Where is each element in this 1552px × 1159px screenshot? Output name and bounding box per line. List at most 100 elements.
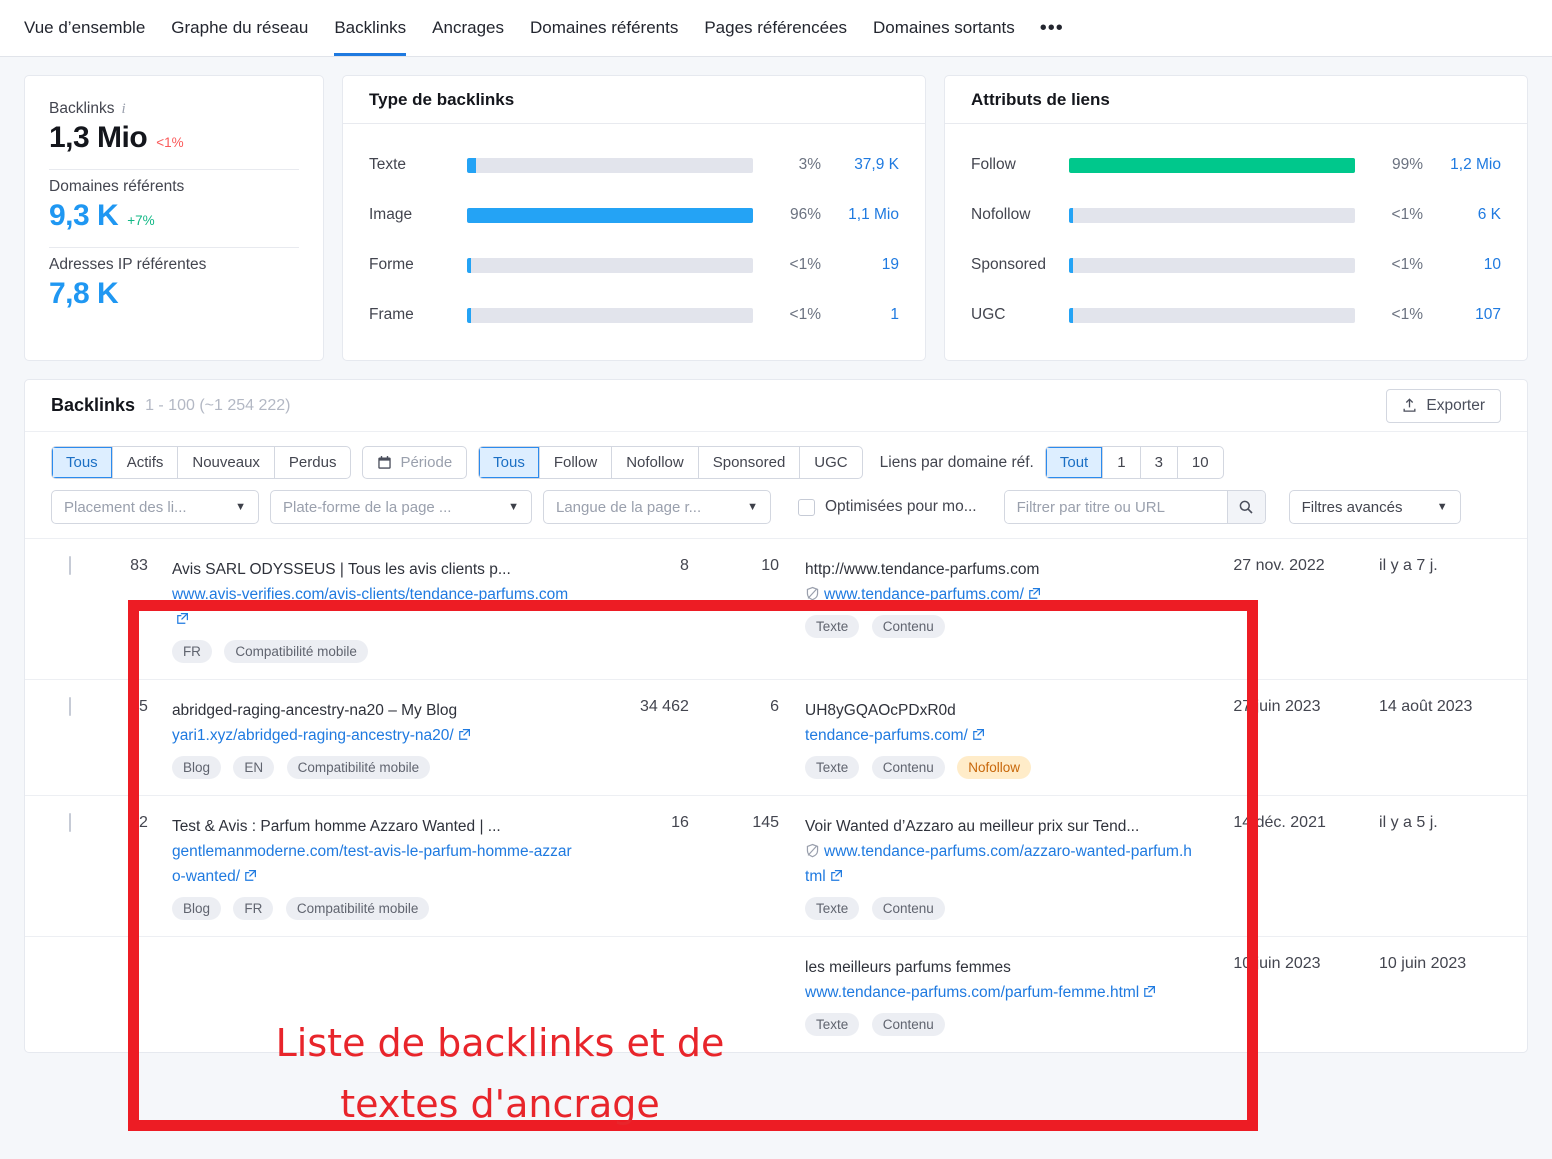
row-last-seen-cell: il y a 7 j. [1363,539,1527,680]
row-checkbox[interactable] [69,697,71,716]
search-icon [1238,499,1254,515]
attr-option-nofollow[interactable]: Nofollow [612,447,699,478]
attr-option-tous[interactable]: Tous [479,447,540,478]
status-option-actifs[interactable]: Actifs [113,447,179,478]
table-row[interactable]: 83 Avis SARL ODYSSEUS | Tous les avis cl… [25,539,1527,680]
page-language-dropdown[interactable]: Langue de la page r... ▼ [543,490,771,524]
bar-fill-nofollow [1069,208,1073,223]
chevron-down-icon: ▼ [235,501,246,513]
kpi-backlinks: Backlinks i 1,3 Mio <1% [49,92,299,170]
search-input[interactable] [1005,491,1227,523]
bar-track-texte [467,158,753,173]
attr-option-ugc[interactable]: UGC [800,447,861,478]
source-page-title: Test & Avis : Parfum homme Azzaro Wanted… [172,814,575,839]
bar-count-nofollow[interactable]: 6 K [1423,206,1501,224]
row-source-cell: abridged-raging-ancestry-na20 – My Blog … [148,680,591,796]
target-url[interactable]: www.tendance-parfums.com/azzaro-wanted-p… [805,839,1195,889]
tag: Contenu [872,897,945,920]
mobile-optimized-checkbox[interactable]: Optimisées pour mo... [798,498,977,516]
kpi-card: Backlinks i 1,3 Mio <1% Domaines référen… [24,75,324,361]
target-url[interactable]: www.tendance-parfums.com/ [805,582,1195,607]
anchor-text: Voir Wanted d’Azzaro au meilleur prix su… [805,814,1195,839]
bar-count-follow[interactable]: 1,2 Mio [1423,156,1501,174]
anchor-tags: Texte Contenu [805,897,1195,920]
kpi-domaines-label: Domaines référents [49,178,184,196]
tab-backlinks[interactable]: Backlinks [321,0,419,56]
bar-count-forme[interactable]: 19 [821,256,899,274]
anchor-tags: Texte Contenu [805,615,1195,638]
row-anchor-cell: les meilleurs parfums femmes www.tendanc… [779,937,1209,1053]
link-placement-dropdown[interactable]: Placement des li... ▼ [51,490,259,524]
bar-count-texte[interactable]: 37,9 K [821,156,899,174]
info-icon[interactable]: i [121,101,125,118]
table-row[interactable]: 65 abridged-raging-ancestry-na20 – My Bl… [25,680,1527,796]
table-row[interactable]: les meilleurs parfums femmes www.tendanc… [25,937,1527,1053]
external-links-count: 34 462 [640,698,689,715]
target-url-text: www.tendance-parfums.com/azzaro-wanted-p… [805,843,1192,885]
row-external-links-cell: 34 462 [591,680,689,796]
row-checkbox[interactable] [69,813,71,832]
last-seen-date: 10 juin 2023 [1379,955,1466,972]
export-button[interactable]: Exporter [1386,389,1501,423]
lpd-option-1[interactable]: 1 [1103,447,1140,478]
row-internal-links-cell: 145 [689,796,779,937]
kpi-backlinks-value-row: 1,3 Mio <1% [49,121,299,155]
bar-label-sponsored: Sponsored [971,256,1069,274]
target-url[interactable]: tendance-parfums.com/ [805,723,1195,748]
page-platform-dropdown[interactable]: Plate-forme de la page ... ▼ [270,490,532,524]
lpd-option-tout[interactable]: Tout [1046,447,1103,478]
anchor-text: les meilleurs parfums femmes [805,955,1195,980]
attr-option-sponsored[interactable]: Sponsored [699,447,801,478]
tab-domaines-referents[interactable]: Domaines référents [517,0,691,56]
row-checkbox[interactable] [69,556,71,575]
bar-pct-ugc: <1% [1355,306,1423,324]
kpi-backlinks-delta: <1% [156,135,183,150]
target-url-text: www.tendance-parfums.com/parfum-femme.ht… [805,984,1139,1001]
link-placement-dropdown-label: Placement des li... [64,499,187,516]
tab-pages-referencees[interactable]: Pages référencées [691,0,860,56]
row-anchor-cell: http://www.tendance-parfums.com www.tend… [779,539,1209,680]
source-page-url[interactable]: www.avis-verifies.com/avis-clients/tenda… [172,582,575,632]
kpi-backlinks-label: Backlinks [49,100,114,118]
last-seen-date: il y a 7 j. [1379,557,1438,574]
search-button[interactable] [1227,491,1265,523]
bar-row-sponsored: Sponsored <1% 10 [971,240,1501,290]
period-button-label: Période [400,454,452,471]
bar-label-frame: Frame [369,306,467,324]
source-page-title: Avis SARL ODYSSEUS | Tous les avis clien… [172,557,575,582]
row-score-cell: 62 [84,796,148,937]
internal-links-count: 10 [761,557,779,574]
links-per-domain-label: Liens par domaine réf. [880,454,1034,472]
bar-count-sponsored[interactable]: 10 [1423,256,1501,274]
status-option-nouveaux[interactable]: Nouveaux [178,447,275,478]
bar-row-image: Image 96% 1,1 Mio [369,190,899,240]
tab-ancrages[interactable]: Ancrages [419,0,517,56]
bar-fill-frame [467,308,471,323]
bar-count-ugc[interactable]: 107 [1423,306,1501,324]
tab-domaines-sortants[interactable]: Domaines sortants [860,0,1028,56]
bar-label-forme: Forme [369,256,467,274]
bar-pct-nofollow: <1% [1355,206,1423,224]
status-option-tous[interactable]: Tous [52,447,113,478]
period-button[interactable]: Période [362,446,467,479]
target-url[interactable]: www.tendance-parfums.com/parfum-femme.ht… [805,980,1195,1005]
attr-option-follow[interactable]: Follow [540,447,612,478]
bar-count-frame[interactable]: 1 [821,306,899,324]
primary-navigation: Vue d’ensemble Graphe du réseau Backlink… [0,0,1552,57]
row-internal-links-cell [689,937,779,1053]
row-last-seen-cell: 10 juin 2023 [1363,937,1527,1053]
tab-graphe-du-reseau[interactable]: Graphe du réseau [158,0,321,56]
source-page-url[interactable]: gentlemanmoderne.com/test-avis-le-parfum… [172,839,575,889]
status-option-perdus[interactable]: Perdus [275,447,351,478]
advanced-filters-dropdown[interactable]: Filtres avancés ▼ [1289,490,1461,524]
row-source-cell [148,937,591,1053]
table-row[interactable]: 62 Test & Avis : Parfum homme Azzaro Wan… [25,796,1527,937]
bar-label-image: Image [369,206,467,224]
tag: Texte [805,615,859,638]
source-page-url[interactable]: yari1.xyz/abridged-raging-ancestry-na20/ [172,723,575,748]
tab-vue-densemble[interactable]: Vue d’ensemble [24,0,158,56]
lpd-option-3[interactable]: 3 [1141,447,1178,478]
bar-count-image[interactable]: 1,1 Mio [821,206,899,224]
more-tabs-icon[interactable]: ••• [1028,23,1076,33]
lpd-option-10[interactable]: 10 [1178,447,1223,478]
